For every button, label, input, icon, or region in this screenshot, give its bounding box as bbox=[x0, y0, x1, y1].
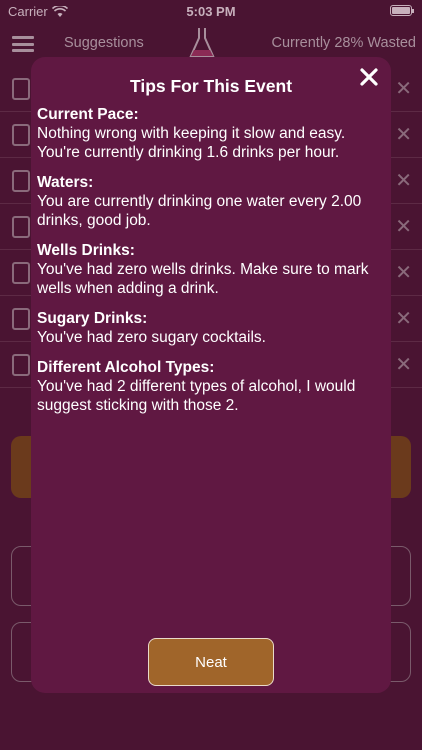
status-bar: Carrier 5:03 PM bbox=[0, 0, 422, 22]
tip-heading: Sugary Drinks: bbox=[37, 310, 148, 327]
tip-body: You are currently drinking one water eve… bbox=[37, 193, 362, 229]
glass-icon bbox=[12, 216, 30, 238]
wasted-indicator: Currently 28% Wasted bbox=[271, 35, 416, 51]
tip-body: Nothing wrong with keeping it slow and e… bbox=[37, 125, 346, 161]
bottle-icon bbox=[12, 124, 30, 146]
delete-icon[interactable]: ✕ bbox=[395, 214, 412, 239]
modal-title: Tips For This Event bbox=[129, 76, 293, 96]
delete-icon[interactable]: ✕ bbox=[395, 168, 412, 193]
delete-icon[interactable]: ✕ bbox=[395, 122, 412, 147]
delete-icon[interactable]: ✕ bbox=[395, 306, 412, 331]
bottle-icon bbox=[12, 78, 30, 100]
drop-icon bbox=[12, 354, 30, 376]
tip-current-pace: Current Pace: Nothing wrong with keeping… bbox=[37, 105, 382, 162]
menu-icon[interactable] bbox=[12, 36, 34, 52]
tip-heading: Current Pace: bbox=[37, 106, 139, 123]
clock: 5:03 PM bbox=[186, 4, 236, 19]
tip-heading: Different Alcohol Types: bbox=[37, 359, 215, 376]
drop-icon bbox=[12, 170, 30, 192]
delete-icon[interactable]: ✕ bbox=[395, 352, 412, 377]
tip-sugary-drinks: Sugary Drinks: You've had zero sugary co… bbox=[37, 309, 382, 347]
neat-button[interactable]: Neat bbox=[148, 638, 274, 686]
battery-icon bbox=[390, 5, 414, 16]
tip-wells-drinks: Wells Drinks: You've had zero wells drin… bbox=[37, 241, 382, 298]
glass-icon bbox=[12, 308, 30, 330]
tip-body: You've had 2 different types of alcohol,… bbox=[37, 378, 356, 414]
tips-modal: Tips For This Event Current Pace: Nothin… bbox=[31, 57, 391, 693]
drop-icon bbox=[12, 262, 30, 284]
tips-list: Current Pace: Nothing wrong with keeping… bbox=[37, 105, 382, 426]
delete-icon[interactable]: ✕ bbox=[395, 76, 412, 101]
delete-icon[interactable]: ✕ bbox=[395, 260, 412, 285]
tip-heading: Wells Drinks: bbox=[37, 242, 135, 259]
suggestions-link[interactable]: Suggestions bbox=[64, 35, 144, 51]
close-button[interactable] bbox=[355, 63, 383, 91]
tip-body: You've had zero wells drinks. Make sure … bbox=[37, 261, 369, 297]
close-icon[interactable] bbox=[355, 63, 383, 91]
tip-waters: Waters: You are currently drinking one w… bbox=[37, 173, 382, 230]
tip-heading: Waters: bbox=[37, 174, 94, 191]
tip-alcohol-types: Different Alcohol Types: You've had 2 di… bbox=[37, 358, 382, 415]
tip-body: You've had zero sugary cocktails. bbox=[37, 329, 266, 346]
